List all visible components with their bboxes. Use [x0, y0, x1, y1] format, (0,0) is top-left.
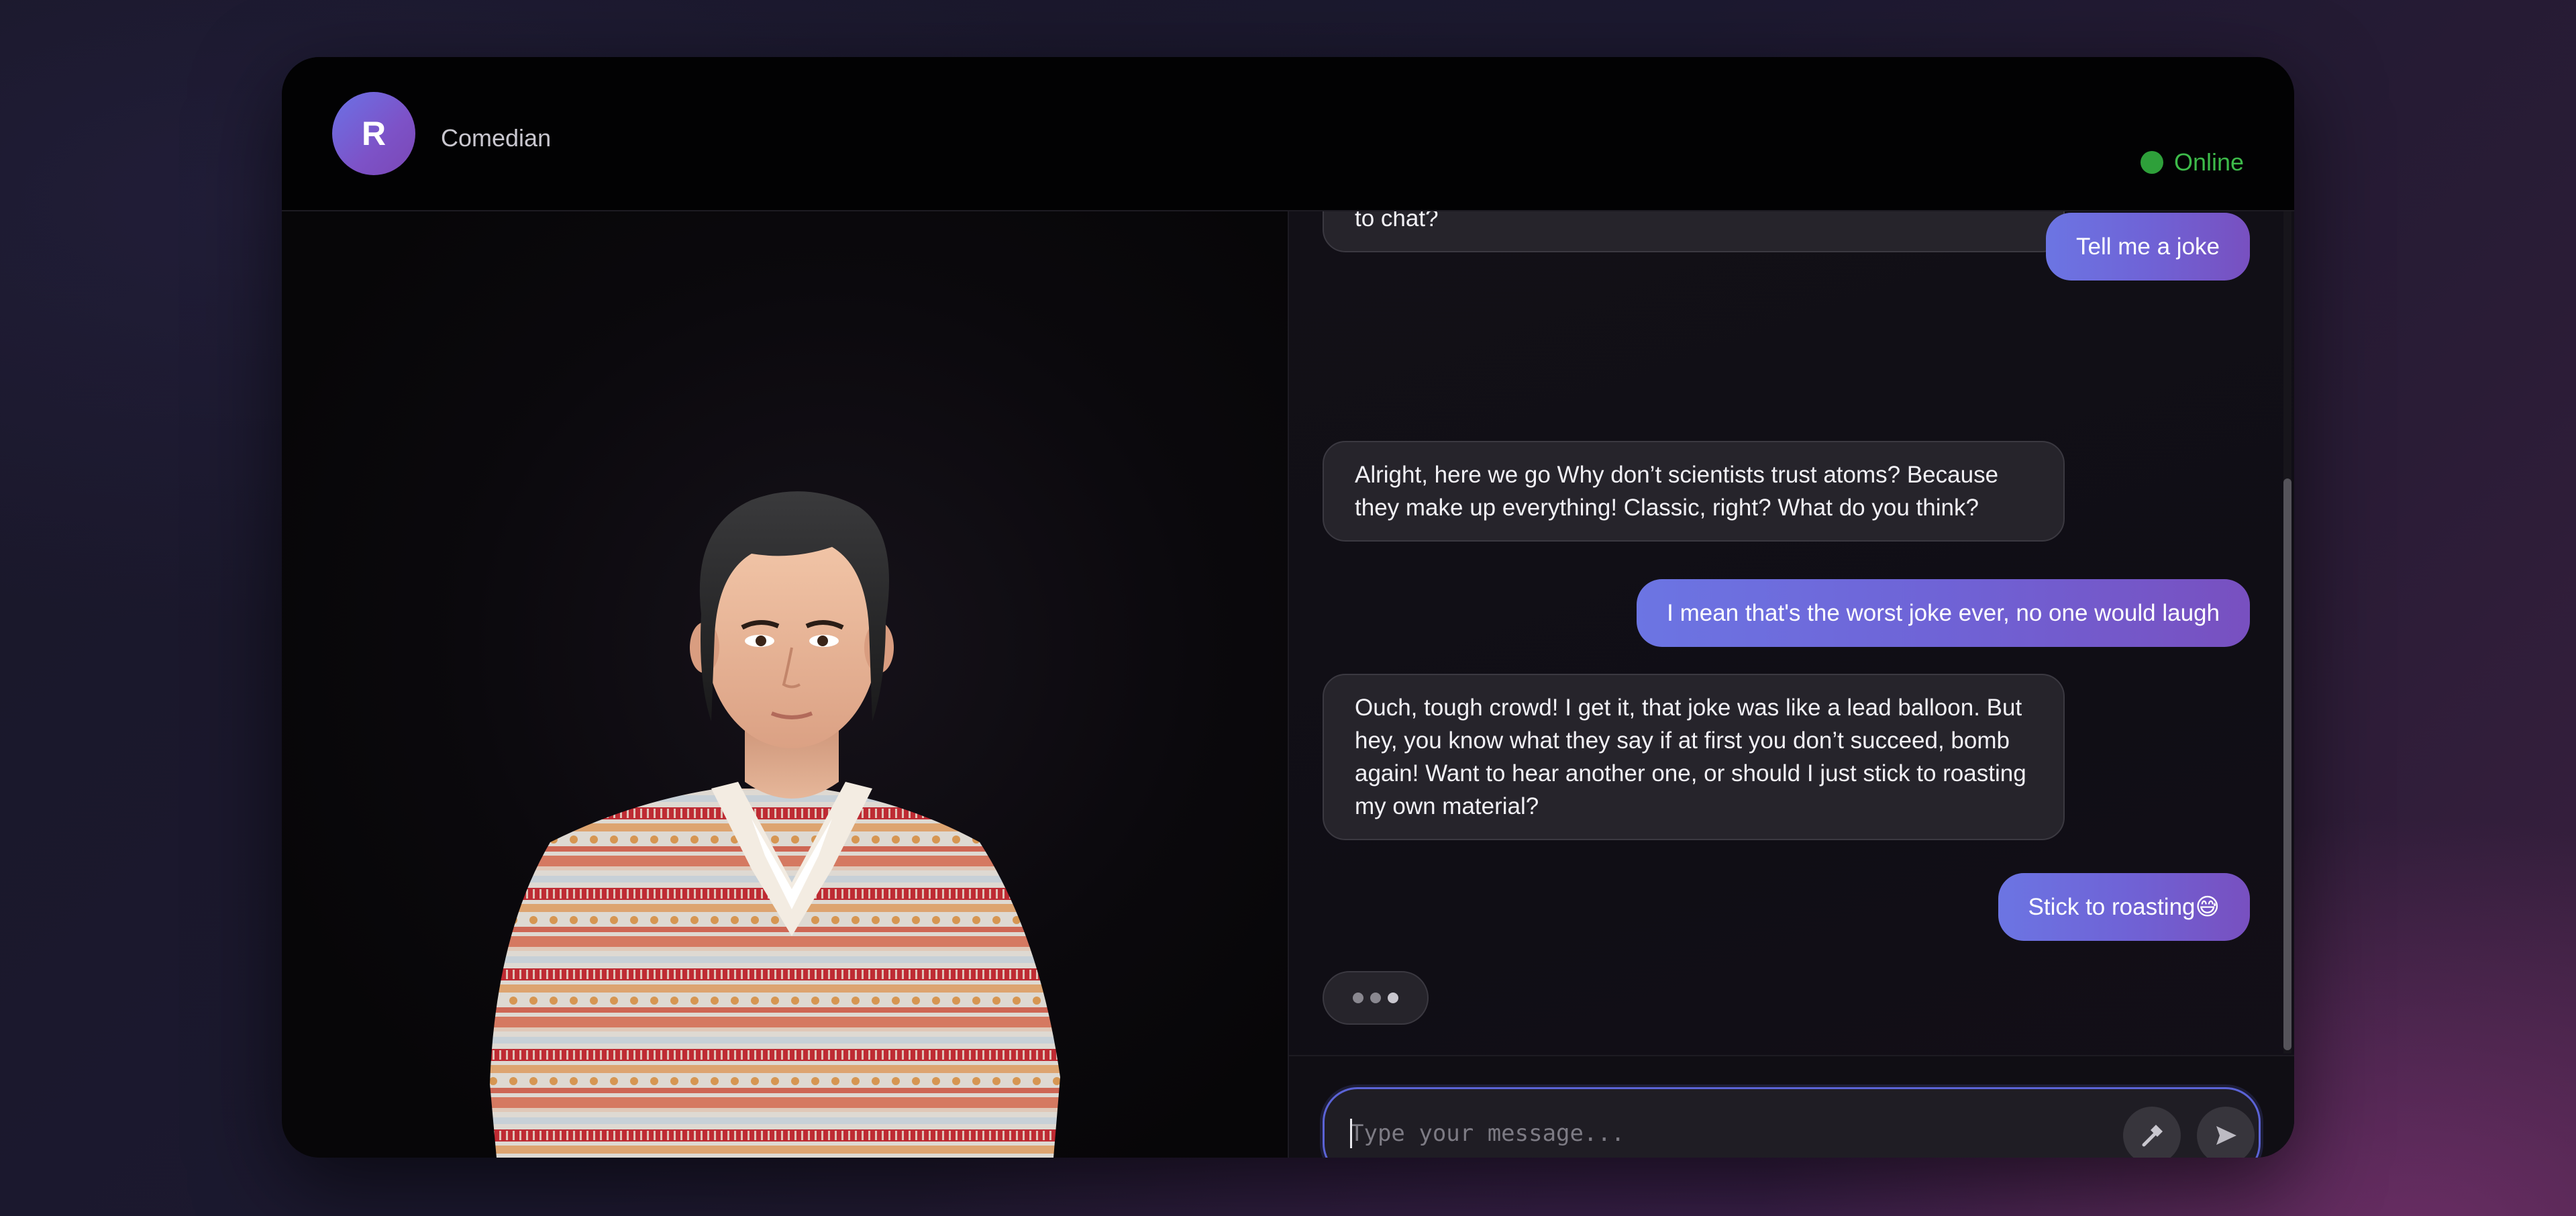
status-label: Online	[2173, 148, 2244, 176]
character-avatar[interactable]: R	[332, 92, 415, 175]
user-message: Tell me a joke	[2046, 213, 2250, 281]
message-list[interactable]: to chat? Tell me a joke Alright, here we…	[1289, 211, 2294, 1054]
typing-dot	[1388, 993, 1398, 1003]
send-icon	[2216, 1126, 2236, 1145]
message-text: Stick to roasting😅	[2028, 894, 2220, 920]
message-text: Alright, here we go Why don’t scientists…	[1355, 462, 1999, 521]
typing-dot	[1353, 993, 1363, 1003]
hammer-icon	[2142, 1125, 2163, 1147]
typing-indicator	[1323, 971, 1429, 1025]
status-indicator: Online	[2140, 148, 2244, 176]
message-input-box[interactable]	[1323, 1087, 2261, 1158]
chat-panel: to chat? Tell me a joke Alright, here we…	[1289, 211, 2294, 1158]
chat-header: R Comedian Online	[282, 57, 2294, 211]
message-input[interactable]	[1349, 1089, 2090, 1158]
tool-button[interactable]	[2123, 1107, 2181, 1158]
text-caret	[1350, 1119, 1352, 1148]
character-name: Comedian	[441, 124, 552, 152]
composer	[1289, 1055, 2294, 1158]
user-message: I mean that's the worst joke ever, no on…	[1637, 579, 2250, 647]
user-message: Stick to roasting😅	[1998, 873, 2250, 941]
online-dot-icon	[2140, 151, 2163, 174]
ai-message: Ouch, tough crowd! I get it, that joke w…	[1323, 674, 2065, 840]
message-text: Tell me a joke	[2076, 234, 2220, 260]
avatar-initial: R	[361, 115, 387, 152]
ai-message: Alright, here we go Why don’t scientists…	[1323, 441, 2065, 542]
typing-dot	[1370, 993, 1381, 1003]
ai-message: to chat?	[1323, 211, 2065, 252]
avatar-viewport[interactable]	[282, 211, 1289, 1158]
send-button[interactable]	[2197, 1107, 2255, 1158]
scrollbar-thumb[interactable]	[2283, 478, 2291, 1050]
character-3d-avatar	[490, 491, 1060, 1158]
message-text: I mean that's the worst joke ever, no on…	[1667, 600, 2220, 626]
message-text: to chat?	[1355, 211, 1439, 232]
message-text: Ouch, tough crowd! I get it, that joke w…	[1355, 695, 2026, 819]
chat-app-window: R Comedian Online to chat? Tell me a jok…	[282, 57, 2294, 1158]
